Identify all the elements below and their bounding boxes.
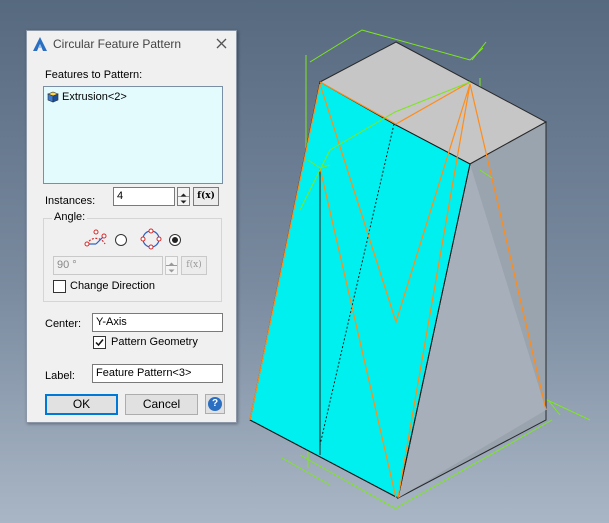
close-button[interactable] xyxy=(213,35,231,53)
pattern-geometry-checkbox[interactable] xyxy=(93,336,106,349)
instances-spinner[interactable] xyxy=(177,187,190,206)
angle-input[interactable]: 90 ° xyxy=(53,256,163,275)
chevron-down-icon xyxy=(168,269,175,273)
partial-arc-icon xyxy=(84,229,107,247)
app-logo-icon xyxy=(33,37,47,51)
feature-name: Extrusion<2> xyxy=(62,91,127,103)
angle-fx-button[interactable]: f(x) xyxy=(181,256,207,275)
circular-feature-pattern-dialog: Circular Feature Pattern Features to Pat… xyxy=(26,30,237,423)
instances-fx-button[interactable]: f(x) xyxy=(193,187,219,206)
features-listbox[interactable]: Extrusion<2> xyxy=(43,86,223,184)
ok-button[interactable]: OK xyxy=(45,394,118,415)
checkmark-icon xyxy=(95,339,104,347)
cancel-button[interactable]: Cancel xyxy=(125,394,198,415)
angle-spinner[interactable] xyxy=(165,256,178,275)
close-icon xyxy=(216,38,227,49)
chevron-down-icon xyxy=(180,200,187,204)
spin-down-button[interactable] xyxy=(166,265,177,273)
center-input[interactable]: Y-Axis xyxy=(92,313,223,332)
change-direction-label: Change Direction xyxy=(70,280,155,292)
help-button[interactable]: ? xyxy=(205,394,225,414)
spin-down-button[interactable] xyxy=(178,196,189,204)
label-label: Label: xyxy=(45,370,75,382)
instances-input[interactable]: 4 xyxy=(113,187,175,206)
extrusion-icon xyxy=(47,91,59,103)
angle-group-label: Angle: xyxy=(52,211,88,223)
dialog-title: Circular Feature Pattern xyxy=(53,37,182,51)
radio-selected-dot xyxy=(172,237,178,243)
list-item[interactable]: Extrusion<2> xyxy=(47,89,127,105)
features-to-pattern-label: Features to Pattern: xyxy=(45,69,143,81)
instances-label: Instances: xyxy=(45,195,96,207)
help-icon: ? xyxy=(208,397,222,411)
full-circle-icon xyxy=(140,228,162,250)
label-input[interactable]: Feature Pattern<3> xyxy=(92,364,223,383)
center-label: Center: xyxy=(45,318,82,330)
full-circle-radio[interactable] xyxy=(169,234,181,246)
title-bar[interactable]: Circular Feature Pattern xyxy=(27,31,236,57)
change-direction-checkbox[interactable] xyxy=(53,280,66,293)
pattern-geometry-label: Pattern Geometry xyxy=(111,336,198,348)
partial-angle-radio[interactable] xyxy=(115,234,127,246)
